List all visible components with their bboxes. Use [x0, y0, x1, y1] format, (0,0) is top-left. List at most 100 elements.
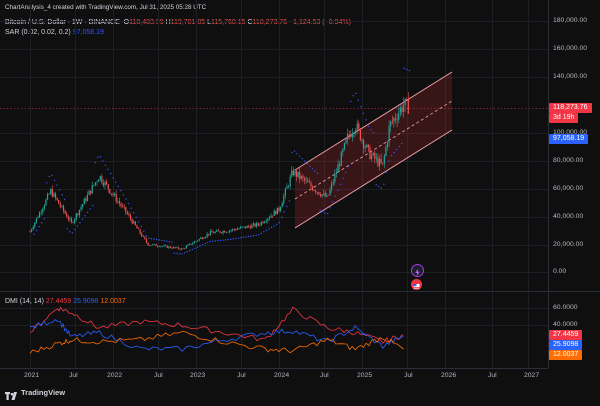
lightning-icon[interactable] — [411, 264, 424, 277]
candle-body — [227, 231, 229, 233]
sar-dot — [66, 228, 68, 230]
candle-body — [43, 205, 45, 209]
price-tick: 180,000.00 — [553, 17, 588, 24]
candle-body — [323, 193, 325, 195]
candle-body — [388, 126, 390, 143]
sar-dot — [388, 160, 390, 162]
candle-body — [248, 225, 250, 227]
candle-body — [121, 205, 124, 207]
candle-body — [362, 140, 365, 149]
price-tick: 0.00 — [553, 268, 567, 275]
time-label: Jul — [320, 372, 329, 379]
candle-body — [91, 185, 93, 194]
candle-body — [244, 226, 247, 229]
sar-dot — [355, 92, 357, 95]
candle-body — [220, 232, 223, 234]
sar-dot — [127, 202, 130, 205]
candle-body — [185, 245, 188, 249]
sar-dot — [293, 150, 296, 152]
tradingview-logo-icon[interactable] — [5, 388, 19, 406]
sar-dot — [250, 235, 252, 237]
candle-body — [246, 225, 248, 229]
dmi-plus-di-badge: 25.9098 — [549, 340, 583, 350]
candle-body — [334, 173, 336, 182]
candle-body — [94, 182, 97, 185]
sar-dot — [102, 160, 104, 162]
sar-dot — [309, 165, 311, 167]
candle-body — [308, 182, 310, 183]
sar-dot — [145, 235, 148, 237]
sar-dot — [181, 253, 183, 255]
candle-body — [351, 133, 354, 138]
sar-dot — [120, 189, 122, 192]
candle-body — [393, 118, 395, 122]
candle-body — [189, 243, 191, 245]
sar-dot — [304, 160, 306, 162]
candle-body — [279, 207, 282, 211]
price-tick: 80,000.00 — [553, 157, 584, 164]
candle-body — [230, 230, 232, 231]
candle-body — [316, 192, 318, 193]
candle-body — [74, 219, 76, 223]
time-label: Jul — [488, 372, 497, 379]
candle-body — [51, 189, 53, 197]
candle-body — [268, 217, 271, 219]
sar-dot — [311, 168, 314, 170]
sar-dot — [168, 241, 171, 243]
sar-dot — [148, 237, 150, 239]
candle-body — [90, 190, 92, 194]
flag-icon[interactable] — [411, 279, 422, 290]
time-label: 2024 — [274, 372, 290, 379]
candle-body — [348, 134, 350, 136]
sar-dot — [166, 240, 168, 242]
candle-body — [169, 246, 172, 248]
sar-dot — [316, 172, 319, 174]
sar-dot — [71, 232, 74, 234]
candle-body — [177, 247, 180, 249]
candle-body — [157, 245, 159, 247]
candle-body — [345, 139, 347, 144]
candle-body — [209, 231, 211, 235]
candle-body — [265, 221, 267, 222]
sar-dot — [395, 148, 398, 151]
sar-dot — [222, 239, 224, 241]
price-chart[interactable] — [0, 0, 600, 402]
sar-dot — [237, 237, 240, 239]
sar-dot — [117, 185, 119, 188]
sar-dot — [245, 236, 247, 238]
sar-dot — [33, 233, 35, 236]
candle-body — [238, 228, 240, 230]
candle-body — [337, 164, 339, 173]
sar-dot — [268, 228, 270, 230]
candle-body — [206, 233, 208, 237]
candle-body — [292, 170, 294, 175]
sar-dot — [329, 207, 331, 209]
sar-dot — [61, 194, 63, 196]
sar-dot — [224, 239, 227, 241]
candle-body — [241, 226, 243, 228]
candle-body — [254, 223, 256, 227]
candle-body — [131, 219, 133, 224]
candle-body — [332, 181, 334, 184]
dmi-tick: 60.0000 — [553, 304, 578, 311]
sar-dot — [35, 229, 38, 232]
sar-dot — [383, 183, 385, 185]
candle-body — [149, 245, 151, 246]
candle-body — [305, 180, 307, 181]
candle-body — [195, 241, 197, 242]
time-label: Jul — [404, 372, 413, 379]
candle-body — [383, 155, 385, 164]
candle-body — [120, 203, 122, 206]
candle-body — [62, 205, 65, 211]
dmi-legend[interactable]: DMI (14, 14) 27.4459 25.9098 12.0037 — [5, 298, 126, 305]
candle-body — [30, 229, 33, 232]
sar-dot — [273, 225, 275, 227]
candle-body — [302, 176, 304, 179]
candle-body — [270, 215, 272, 218]
candle-body — [152, 244, 154, 246]
candle-body — [165, 245, 167, 247]
candle-body — [40, 212, 42, 213]
candle-body — [252, 223, 255, 226]
candle-body — [353, 132, 355, 134]
sar-dot — [48, 176, 51, 178]
